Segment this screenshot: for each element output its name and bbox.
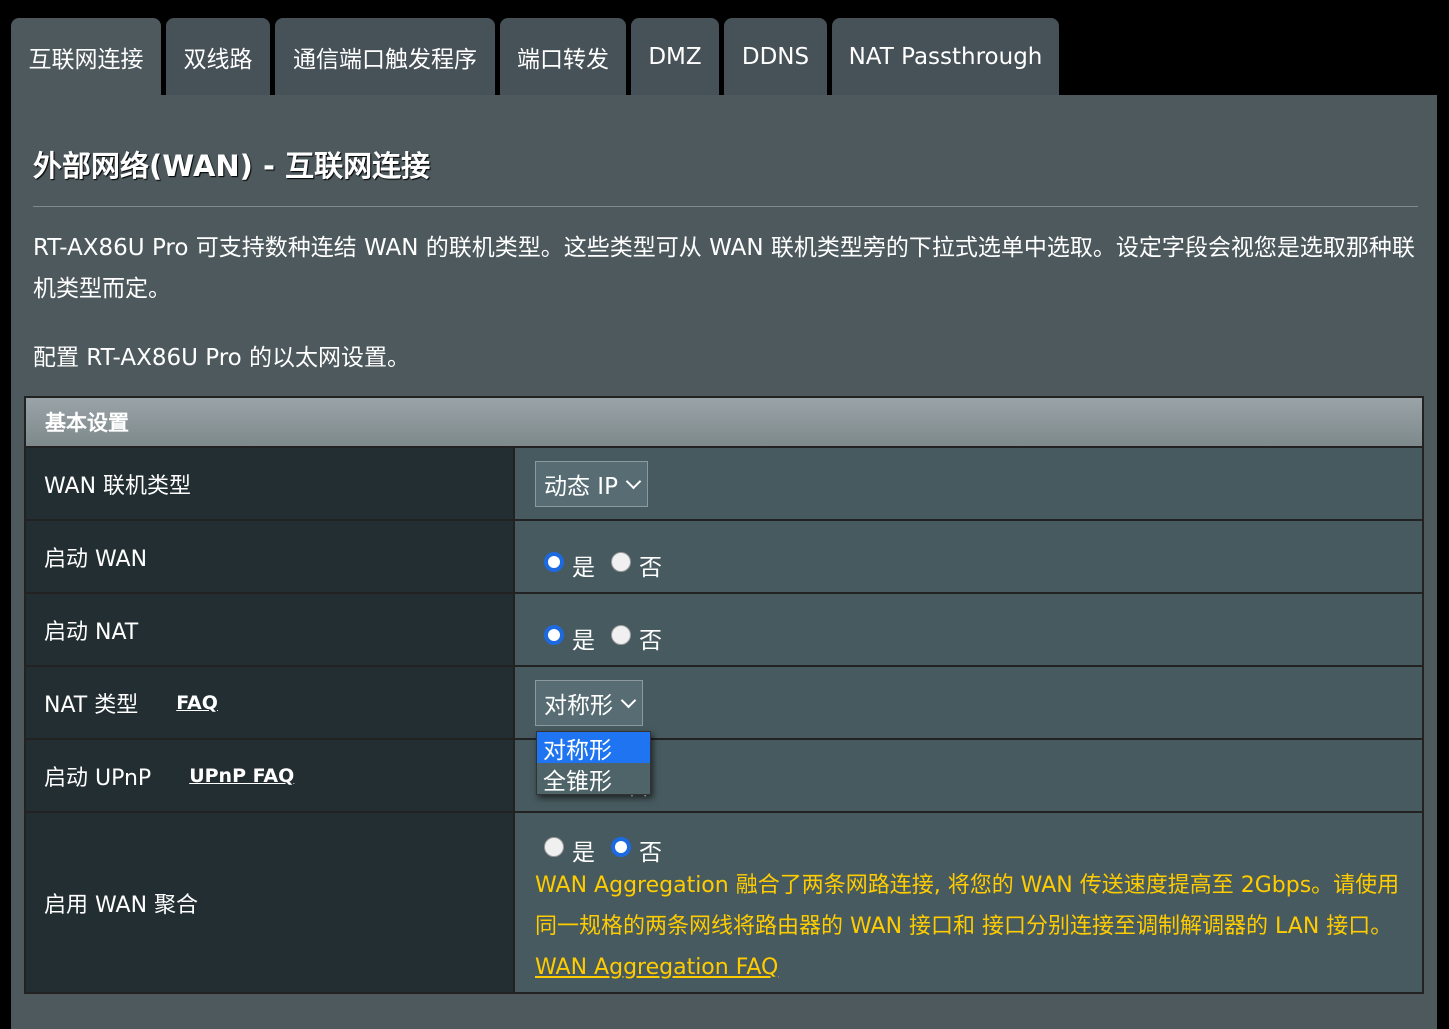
- enable-wan-label: 启动 WAN: [26, 521, 515, 592]
- page-title: 外部网络(WAN) - 互联网连接: [33, 149, 431, 183]
- row-enable-nat: 启动 NAT 是 否: [24, 594, 1424, 667]
- wan-type-label: WAN 联机类型: [26, 448, 515, 519]
- enable-nat-no-radio[interactable]: [611, 625, 631, 645]
- upnp-cell: 否: [515, 740, 1422, 811]
- row-nat-type: NAT 类型 FAQ 对称形: [24, 667, 1424, 740]
- tab-dual-wan[interactable]: 双线路: [166, 18, 270, 95]
- enable-nat-no-label: 否: [639, 628, 662, 654]
- page-description-2: 配置 RT-AX86U Pro 的以太网设置。: [33, 345, 411, 371]
- wan-aggregation-yes-radio[interactable]: [544, 837, 564, 857]
- nat-type-label-cell: NAT 类型 FAQ: [26, 667, 515, 738]
- enable-wan-no-radio[interactable]: [611, 552, 631, 572]
- wan-aggregation-cell: 是 否 WAN Aggregation 融合了两条网路连接, 将您的 WAN 传…: [515, 813, 1422, 992]
- wan-type-cell: 动态 IP: [515, 448, 1422, 519]
- enable-wan-no-label: 否: [639, 555, 662, 581]
- upnp-label: 启动 UPnP: [44, 765, 152, 791]
- upnp-faq-link[interactable]: UPnP FAQ: [189, 765, 294, 787]
- wan-type-value: 动态 IP: [544, 474, 618, 500]
- enable-nat-radio-group: 是 否: [544, 615, 678, 655]
- enable-wan-yes-radio[interactable]: [544, 552, 564, 572]
- nat-type-value: 对称形: [544, 693, 613, 719]
- tab-port-forwarding[interactable]: 端口转发: [500, 18, 626, 95]
- enable-wan-cell: 是 否: [515, 521, 1422, 592]
- row-wan-type: WAN 联机类型 动态 IP: [24, 448, 1424, 521]
- wan-aggregation-radio-group: 是 否: [544, 827, 678, 867]
- enable-nat-yes-label: 是: [572, 628, 595, 654]
- nat-type-option-symmetric[interactable]: 对称形: [537, 732, 650, 764]
- wan-aggregation-no-radio[interactable]: [611, 837, 631, 857]
- row-upnp: 启动 UPnP UPnP FAQ 否: [24, 740, 1424, 813]
- wan-aggregation-yes-label: 是: [572, 840, 595, 866]
- wan-aggregation-no-label: 否: [639, 840, 662, 866]
- row-wan-aggregation: 启用 WAN 聚合 是 否 WAN Aggregation 融合了两条网路连接,…: [24, 813, 1424, 994]
- nat-type-faq-link[interactable]: FAQ: [176, 692, 218, 714]
- nat-type-dropdown: 对称形 全锥形: [536, 731, 651, 795]
- enable-nat-yes-radio[interactable]: [544, 625, 564, 645]
- enable-wan-yes-label: 是: [572, 555, 595, 581]
- wan-aggregation-faq-link[interactable]: WAN Aggregation FAQ: [535, 955, 778, 980]
- wan-type-select[interactable]: 动态 IP: [535, 461, 648, 507]
- wan-aggregation-label: 启用 WAN 聚合: [26, 813, 515, 992]
- main-panel: 外部网络(WAN) - 互联网连接 RT-AX86U Pro 可支持数种连结 W…: [11, 95, 1437, 1029]
- upnp-label-cell: 启动 UPnP UPnP FAQ: [26, 740, 515, 811]
- enable-nat-label: 启动 NAT: [26, 594, 515, 665]
- tab-nat-passthrough[interactable]: NAT Passthrough: [832, 18, 1059, 95]
- nat-type-label: NAT 类型: [44, 692, 139, 718]
- basic-settings-table: 基本设置 WAN 联机类型 动态 IP 启动 WAN 是 否 启动 NAT 是 …: [24, 396, 1424, 994]
- nat-type-option-full-cone[interactable]: 全锥形: [537, 763, 650, 795]
- nat-type-cell: 对称形: [515, 667, 1422, 738]
- enable-wan-radio-group: 是 否: [544, 542, 678, 582]
- nat-type-select[interactable]: 对称形: [535, 680, 643, 726]
- page-description: RT-AX86U Pro 可支持数种连结 WAN 的联机类型。这些类型可从 WA…: [33, 235, 1415, 302]
- tab-internet-connection[interactable]: 互联网连接: [11, 18, 161, 95]
- tab-port-trigger[interactable]: 通信端口触发程序: [275, 18, 495, 95]
- row-enable-wan: 启动 WAN 是 否: [24, 521, 1424, 594]
- tab-ddns[interactable]: DDNS: [724, 18, 827, 95]
- tab-dmz[interactable]: DMZ: [631, 18, 719, 95]
- enable-nat-cell: 是 否: [515, 594, 1422, 665]
- chevron-down-icon: [620, 692, 637, 708]
- chevron-down-icon: [625, 473, 642, 489]
- basic-settings-header: 基本设置: [24, 396, 1424, 448]
- wan-aggregation-notice: WAN Aggregation 融合了两条网路连接, 将您的 WAN 传送速度提…: [535, 865, 1415, 988]
- wan-aggregation-notice-text: WAN Aggregation 融合了两条网路连接, 将您的 WAN 传送速度提…: [535, 873, 1400, 939]
- title-divider: [33, 206, 1418, 207]
